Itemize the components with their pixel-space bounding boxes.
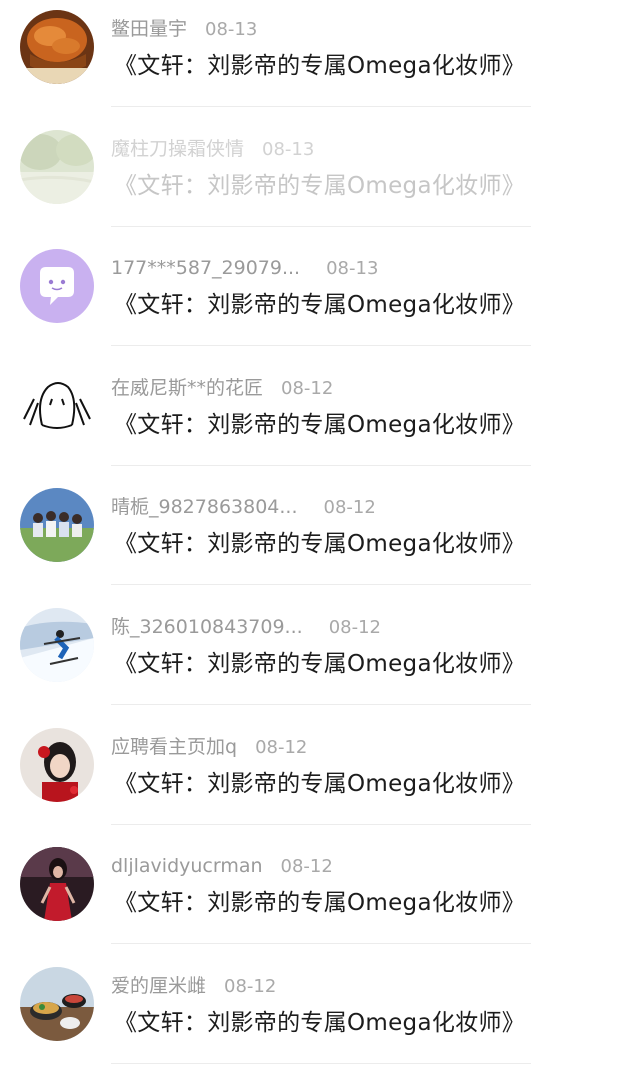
portrait-photo-avatar-icon <box>20 727 94 802</box>
divider <box>111 225 531 227</box>
divider <box>111 823 531 825</box>
list-item[interactable]: 陈_326010843709... 08-12 《文轩：刘影帝的专属Omega化妆… <box>0 598 640 718</box>
list-item[interactable]: dljlavidyucrman 08-12 《文轩：刘影帝的专属Omega化妆师》 <box>0 837 640 957</box>
username[interactable]: 应聘看主页加q <box>111 736 237 758</box>
username[interactable]: dljlavidyucrman <box>111 855 263 877</box>
doodle-face-avatar-icon <box>20 368 94 443</box>
comment-date: 08-13 <box>205 19 258 40</box>
avatar[interactable] <box>20 727 94 802</box>
avatar[interactable] <box>20 10 94 84</box>
divider <box>111 106 531 107</box>
avatar[interactable] <box>20 488 94 563</box>
red-dress-photo-avatar-icon <box>20 847 94 922</box>
divider <box>111 1062 531 1064</box>
avatar[interactable] <box>20 847 94 922</box>
book-title[interactable]: 《文轩：刘影帝的专属Omega化妆师》 <box>114 170 525 202</box>
list-item[interactable]: 鳖田量宇 08-13 《文轩：刘影帝的专属Omega化妆师》 <box>0 0 640 120</box>
comment-date: 08-13 <box>262 138 315 160</box>
avatar[interactable] <box>20 249 94 324</box>
avatar[interactable] <box>20 129 94 204</box>
book-title[interactable]: 《文轩：刘影帝的专属Omega化妆师》 <box>114 887 525 919</box>
divider <box>111 704 531 705</box>
username[interactable]: 177***587_29079... <box>111 257 300 279</box>
book-title[interactable]: 《文轩：刘影帝的专属Omega化妆师》 <box>114 768 525 800</box>
group-photo-avatar-icon <box>20 488 94 563</box>
book-title[interactable]: 《文轩：刘影帝的专属Omega化妆师》 <box>114 1007 525 1039</box>
username[interactable]: 鳖田量宇 <box>111 18 187 40</box>
book-title[interactable]: 《文轩：刘影帝的专属Omega化妆师》 <box>114 289 525 321</box>
comment-date: 08-12 <box>323 497 376 519</box>
food-photo-avatar-icon <box>20 966 94 1041</box>
divider <box>111 345 531 347</box>
avatar[interactable] <box>20 608 94 682</box>
username[interactable]: 在威尼斯**的花匠 <box>111 377 263 399</box>
book-title[interactable]: 《文轩：刘影帝的专属Omega化妆师》 <box>114 409 525 441</box>
username[interactable]: 陈_326010843709... <box>111 616 303 638</box>
comment-date: 08-12 <box>328 617 381 638</box>
comment-date: 08-12 <box>224 975 277 997</box>
username[interactable]: 晴栀_9827863804... <box>111 496 298 518</box>
list-item[interactable]: 应聘看主页加q 08-12 《文轩：刘影帝的专属Omega化妆师》 <box>0 718 640 838</box>
book-title[interactable]: 《文轩：刘影帝的专属Omega化妆师》 <box>114 50 525 82</box>
comment-date: 08-12 <box>281 377 334 399</box>
pastry-photo-avatar-icon <box>20 10 94 84</box>
username[interactable]: 爱的厘米雌 <box>111 975 206 997</box>
comment-date: 08-12 <box>255 736 308 758</box>
list-item[interactable]: 爱的厘米雌 08-12 《文轩：刘影帝的专属Omega化妆师》 <box>0 957 640 1076</box>
avatar[interactable] <box>20 368 94 443</box>
list-item[interactable]: 在威尼斯**的花匠 08-12 《文轩：刘影帝的专属Omega化妆师》 <box>0 359 640 479</box>
skier-photo-avatar-icon <box>20 608 94 682</box>
book-title[interactable]: 《文轩：刘影帝的专属Omega化妆师》 <box>114 648 525 680</box>
comment-list: 鳖田量宇 08-13 《文轩：刘影帝的专属Omega化妆师》 魔柱刀操霜侠情 08-… <box>0 0 640 1072</box>
divider <box>111 584 531 586</box>
list-item[interactable]: 魔柱刀操霜侠情 08-13 《文轩：刘影帝的专属Omega化妆师》 <box>0 120 640 240</box>
comment-date: 08-12 <box>280 856 333 878</box>
chat-bubble-avatar-icon <box>20 249 94 324</box>
book-title[interactable]: 《文轩：刘影帝的专属Omega化妆师》 <box>114 528 525 560</box>
divider <box>111 464 531 466</box>
avatar[interactable] <box>20 966 94 1041</box>
username[interactable]: 魔柱刀操霜侠情 <box>111 138 244 160</box>
list-item[interactable]: 177***587_29079... 08-13 《文轩：刘影帝的专属Omega化… <box>0 239 640 359</box>
divider <box>111 943 531 945</box>
landscape-photo-avatar-icon <box>20 129 94 204</box>
comment-date: 08-13 <box>326 258 379 280</box>
list-item[interactable]: 晴栀_9827863804... 08-12 《文轩：刘影帝的专属Omega化妆师… <box>0 478 640 598</box>
